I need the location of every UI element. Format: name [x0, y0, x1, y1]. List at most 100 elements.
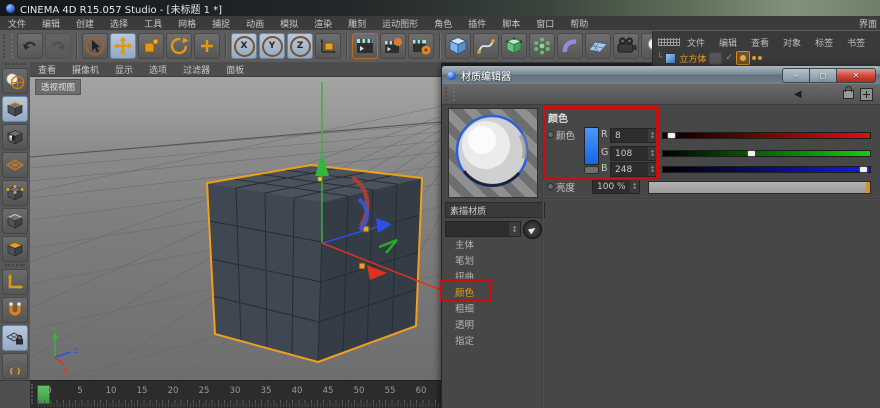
workplane-mode-icon[interactable]: [2, 152, 28, 178]
sidebar-grip[interactable]: [5, 63, 25, 66]
add-subdivision-icon[interactable]: [501, 33, 527, 59]
lock-z-button[interactable]: Z: [287, 33, 313, 59]
sketch-material-label[interactable]: 素描材质: [445, 202, 545, 218]
last-tool-icon[interactable]: [194, 33, 220, 59]
coordinate-system-icon[interactable]: [315, 33, 341, 59]
rotate-icon[interactable]: [166, 33, 192, 59]
model-mode-icon[interactable]: [2, 96, 28, 122]
move-icon[interactable]: [110, 33, 136, 59]
panel-divider[interactable]: [542, 104, 544, 408]
brightness-slider-handle[interactable]: [866, 182, 870, 193]
om-menu-file[interactable]: 文件: [680, 36, 712, 49]
object-name[interactable]: 立方体: [679, 52, 706, 65]
add-bend-icon[interactable]: [557, 33, 583, 59]
render-picture-viewer-icon[interactable]: [380, 33, 406, 59]
channel-assign[interactable]: 指定: [442, 334, 541, 350]
r-slider[interactable]: [662, 132, 871, 139]
color-swatch[interactable]: [584, 127, 599, 165]
menu-create[interactable]: 创建: [68, 17, 102, 30]
lock-y-button[interactable]: Y: [259, 33, 285, 59]
add-cube-icon[interactable]: [445, 33, 471, 59]
workplane-lock-icon[interactable]: [2, 325, 28, 351]
pick-arrow-button[interactable]: [523, 220, 542, 239]
enabled-check-icon[interactable]: ✓: [725, 53, 733, 63]
redo-icon[interactable]: [45, 33, 71, 59]
toolbar-grip[interactable]: [3, 34, 13, 58]
brightness-slider[interactable]: [648, 181, 871, 194]
live-selection-icon[interactable]: [82, 33, 108, 59]
cube-object-icon[interactable]: [665, 53, 676, 64]
view-label[interactable]: 透视视图: [35, 79, 81, 95]
preset-dropdown[interactable]: ↕: [445, 221, 521, 237]
x-axis-handle[interactable]: [359, 263, 365, 269]
r-slider-handle[interactable]: [667, 132, 676, 139]
render-view-icon[interactable]: [352, 33, 378, 59]
vp-menu-filter[interactable]: 过滤器: [175, 63, 218, 76]
menu-interface[interactable]: 界面: [859, 17, 877, 30]
menu-plugins[interactable]: 插件: [460, 17, 494, 30]
enable-axis-icon[interactable]: [2, 269, 28, 295]
snap-icon[interactable]: [2, 297, 28, 323]
om-menu-view[interactable]: 查看: [744, 36, 776, 49]
add-spline-icon[interactable]: [473, 33, 499, 59]
g-value-field[interactable]: 108 ↕: [610, 146, 658, 161]
menu-snap[interactable]: 捕捉: [204, 17, 238, 30]
b-slider[interactable]: [662, 166, 871, 173]
add-floor-icon[interactable]: [585, 33, 611, 59]
nav-back-icon[interactable]: ◀: [794, 89, 802, 100]
add-icon[interactable]: [860, 88, 873, 101]
viewport-canvas[interactable]: Y X Z: [30, 76, 441, 380]
channel-strokes[interactable]: 笔划: [442, 254, 541, 270]
panel-grid-icon[interactable]: [658, 38, 680, 46]
menu-character[interactable]: 角色: [426, 17, 460, 30]
b-value-field[interactable]: 248 ↕: [610, 162, 658, 177]
channel-thickness[interactable]: 粗细: [442, 302, 541, 318]
nav-forward-icon[interactable]: ▶: [810, 89, 818, 100]
origin-point[interactable]: [317, 176, 322, 181]
add-camera-icon[interactable]: [613, 33, 639, 59]
menu-simulate[interactable]: 模拟: [272, 17, 306, 30]
menu-render[interactable]: 渲染: [306, 17, 340, 30]
menu-help[interactable]: 帮助: [562, 17, 596, 30]
menu-script[interactable]: 脚本: [494, 17, 528, 30]
visibility-toggle-icon[interactable]: [709, 52, 722, 65]
channel-main[interactable]: 主体: [442, 238, 541, 254]
toolbar-grip[interactable]: [445, 87, 455, 101]
spinner-icon[interactable]: ↕: [648, 129, 657, 142]
phong-tag-dots-icon[interactable]: [750, 53, 762, 63]
material-preview[interactable]: [448, 108, 538, 198]
om-menu-object[interactable]: 对象: [776, 36, 808, 49]
cube-object[interactable]: [207, 165, 422, 362]
b-slider-handle[interactable]: [859, 166, 868, 173]
workplane-grid-icon[interactable]: [2, 353, 28, 379]
vp-menu-camera[interactable]: 摄像机: [64, 63, 107, 76]
material-editor-titlebar[interactable]: 材质编辑器 – ◻ ✕: [442, 66, 880, 85]
close-button[interactable]: ✕: [836, 68, 876, 83]
lock-x-button[interactable]: X: [231, 33, 257, 59]
maximize-button[interactable]: ◻: [809, 68, 836, 83]
spinner-icon[interactable]: ↕: [509, 222, 520, 236]
vp-menu-panel[interactable]: 面板: [218, 63, 252, 76]
texture-mode-icon[interactable]: [2, 124, 28, 150]
polygons-mode-icon[interactable]: [2, 236, 28, 262]
edges-mode-icon[interactable]: [2, 208, 28, 234]
object-row-cube[interactable]: └ 立方体 ✓: [653, 51, 880, 65]
menu-tools[interactable]: 工具: [136, 17, 170, 30]
om-menu-edit[interactable]: 编辑: [712, 36, 744, 49]
om-menu-tags[interactable]: 标签: [808, 36, 840, 49]
add-array-icon[interactable]: [529, 33, 555, 59]
keyframe-dot[interactable]: [547, 183, 554, 190]
menu-mograph[interactable]: 运动图形: [374, 17, 426, 30]
brightness-value-field[interactable]: 100 % ↕: [592, 179, 640, 194]
menu-file[interactable]: 文件: [0, 17, 34, 30]
channel-color[interactable]: 颜色: [442, 286, 541, 302]
points-mode-icon[interactable]: [2, 180, 28, 206]
color-picker-button[interactable]: [584, 166, 599, 174]
spinner-icon[interactable]: ↕: [648, 163, 657, 176]
channel-distort[interactable]: 扭曲: [442, 270, 541, 286]
scale-icon[interactable]: [138, 33, 164, 59]
vp-menu-options[interactable]: 选项: [141, 63, 175, 76]
keyframe-dot[interactable]: [547, 131, 554, 138]
lock-icon[interactable]: [843, 90, 854, 99]
menu-edit[interactable]: 编辑: [34, 17, 68, 30]
